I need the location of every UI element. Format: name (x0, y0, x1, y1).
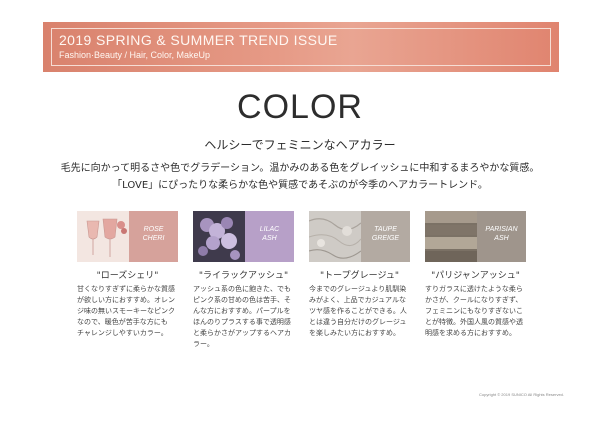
card-text-line: を楽しみたい方におすすめ。 (309, 329, 400, 337)
color-card-taupe-greige: TAUPE GREIGE "トープグレージュ" 今までのグレージュより肌馴染 み… (309, 211, 410, 339)
color-cards: ROSE CHERI "ローズシェリ" 甘くなりすぎずに柔らかな質感 が欲しい方… (77, 211, 531, 356)
swatch-taupe-greige: TAUPE GREIGE (309, 211, 410, 262)
champagne-glass-photo (77, 211, 129, 262)
card-text-line: すりガラスに透けたような柔ら (425, 285, 523, 293)
card-name: "パリジャンアッシュ" (431, 271, 520, 281)
card-name: "ローズシェリ" (96, 271, 159, 281)
banner-subtitle: Fashion·Beauty / Hair, Color, MakeUp (59, 50, 211, 60)
chip-label: PARISIAN ASH (485, 226, 518, 242)
card-text-line: が欲しい方におすすめ。オレン (77, 296, 175, 304)
card-text-line: ラー。 (193, 340, 214, 348)
color-card-parisian-ash: PARISIAN ASH "パリジャンアッシュ" すりガラスに透けたような柔ら … (425, 211, 526, 339)
card-text-line: とは違う自分だけのグレージュ (309, 318, 407, 326)
marble-texture-photo (309, 211, 361, 262)
card-text-line: と柔らかさがアップするヘアカ (193, 329, 291, 337)
card-text-line: なので、暖色が苦手な方にも (77, 318, 168, 326)
description: 毛先に向かって明るさや色でグラデーション。温かみのある色をグレイッシュに中和する… (0, 160, 600, 194)
copyright: Copyright © 2019 SUNICO All Rights Reser… (479, 392, 564, 397)
chip-label: ROSE CHERI (142, 226, 165, 242)
color-card-rose-cheri: ROSE CHERI "ローズシェリ" 甘くなりすぎずに柔らかな質感 が欲しい方… (77, 211, 178, 339)
card-text-line: チャレンジしやすいカラー。 (77, 329, 168, 337)
card-text: 甘くなりすぎずに柔らかな質感 が欲しい方におすすめ。オレン ジ味の無いスモーキー… (77, 284, 178, 339)
wood-texture-photo (425, 211, 477, 262)
banner-title: 2019 SPRING & SUMMER TREND ISSUE (59, 32, 338, 48)
card-text-line: んな方におすすめ。パープルを (193, 307, 291, 315)
card-text-line: ほんのりプラスする事で透明感 (193, 318, 291, 326)
card-text-line: フェミニンにもなりすぎないこ (425, 307, 523, 315)
page-heading: COLOR (237, 88, 363, 126)
header-banner: 2019 SPRING & SUMMER TREND ISSUE Fashion… (43, 22, 559, 72)
card-text: 今までのグレージュより肌馴染 みがよく、上品でカジュアルな ツヤ感を作ることがで… (309, 284, 410, 339)
card-text-line: 明感を求める方におすすめ。 (425, 329, 516, 337)
swatch-rose-cheri: ROSE CHERI (77, 211, 178, 262)
card-text-line: とが特徴。外国人風の質感や透 (425, 318, 523, 326)
description-line: 「LOVE」にぴったりな柔らかな色や質感であそぶのが今季のヘアカラートレンド。 (112, 180, 488, 191)
page-subheading: ヘルシーでフェミニンなヘアカラー (204, 138, 396, 152)
card-text-line: 今までのグレージュより肌馴染 (309, 285, 407, 293)
card-text-line: アッシュ系の色に飽きた、でも (193, 285, 291, 293)
card-text-line: みがよく、上品でカジュアルな (309, 296, 406, 304)
card-text-line: ジ味の無いスモーキーなピンク (77, 307, 175, 315)
chip-label: LILAC ASH (259, 226, 280, 242)
lilac-flower-photo (193, 211, 245, 262)
card-name: "トープグレージュ" (320, 271, 399, 281)
swatch-parisian-ash: PARISIAN ASH (425, 211, 526, 262)
color-card-lilac-ash: LILAC ASH "ライラックアッシュ" アッシュ系の色に飽きた、でも ピンク… (193, 211, 294, 350)
card-text: すりガラスに透けたような柔ら かさが、クールになりすぎず、 フェミニンにもなりす… (425, 284, 526, 339)
card-text-line: ツヤ感を作ることができる。人 (309, 307, 407, 315)
card-text-line: ピンク系の甘めの色は苦手、そ (193, 296, 291, 304)
card-text-line: 甘くなりすぎずに柔らかな質感 (77, 285, 175, 293)
description-line: 毛先に向かって明るさや色でグラデーション。温かみのある色をグレイッシュに中和する… (60, 163, 540, 174)
card-text-line: かさが、クールになりすぎず、 (425, 296, 523, 304)
card-name: "ライラックアッシュ" (198, 271, 289, 281)
swatch-lilac-ash: LILAC ASH (193, 211, 294, 262)
chip-label: TAUPE GREIGE (371, 226, 400, 242)
card-text: アッシュ系の色に飽きた、でも ピンク系の甘めの色は苦手、そ んな方におすすめ。パ… (193, 284, 294, 350)
